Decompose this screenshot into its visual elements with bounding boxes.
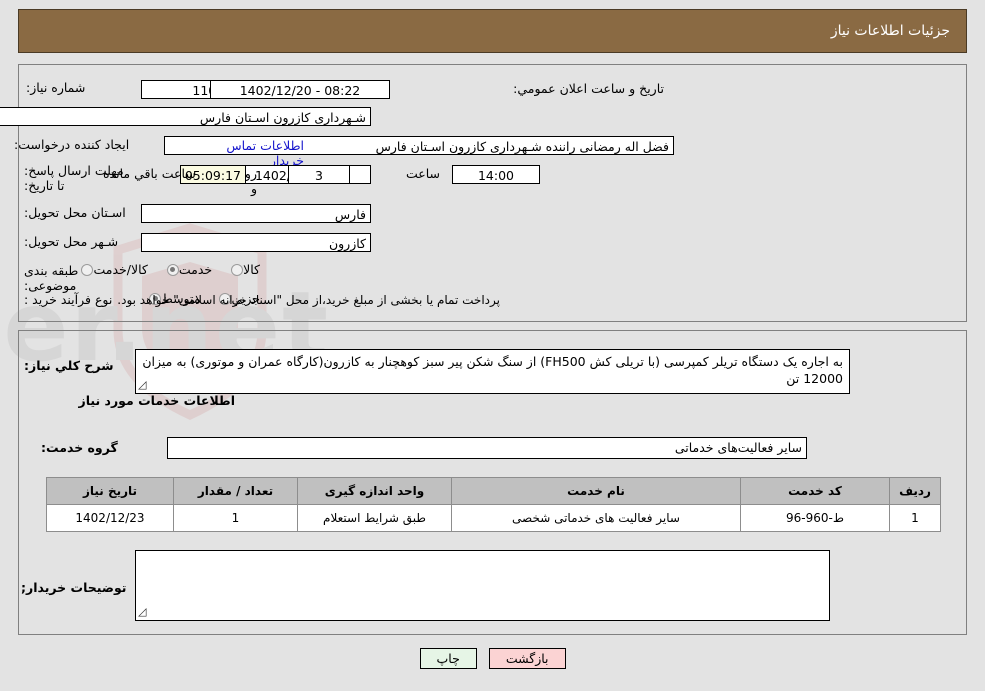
summary-textarea[interactable]: به اجاره یک دستگاه تریلر کمپرسی (با تریل… <box>135 349 850 394</box>
col-quantity: تعداد / مقدار <box>173 477 298 505</box>
resize-grip-icon[interactable]: ◺ <box>138 603 146 620</box>
summary-text: به اجاره یک دستگاه تریلر کمپرسی (با تریل… <box>142 354 843 386</box>
remaining-days-label: روز و <box>238 166 257 196</box>
col-date: تاریخ نیاز <box>46 477 174 505</box>
announcement-datetime-label: تاریخ و ساعت اعلان عمومي: <box>513 81 664 96</box>
buyer-contact-link[interactable]: اطلاعات تماس خریدار <box>215 138 309 168</box>
category-option-2-label: کالا/خدمت <box>93 262 148 277</box>
col-radif: ردیف <box>889 477 941 505</box>
category-radio-group[interactable]: کالا خدمت کالا/خدمت <box>67 262 265 277</box>
cell-date: 1402/12/23 <box>46 504 174 532</box>
cell-unit: طبق شرایط استعلام <box>297 504 452 532</box>
col-code: کد خدمت <box>740 477 890 505</box>
page-title: جزئیات اطلاعات نیاز <box>830 23 950 39</box>
delivery-city-label: شـهر محل تحویل: <box>24 234 119 249</box>
services-section-heading: اطلاعات خدمات مورد نیاز <box>78 393 236 408</box>
table-header-row: ردیف کد خدمت نام خدمت واحد اندازه گیری ت… <box>46 477 941 505</box>
buyer-org-value: شـهرداری کازرون اسـتان فارس <box>0 107 371 126</box>
buyer-notes-textarea[interactable]: ◺ <box>135 550 830 621</box>
cell-quantity: 1 <box>173 504 298 532</box>
col-name: نام خدمت <box>451 477 741 505</box>
print-button[interactable]: چاپ <box>419 648 477 669</box>
category-option-2-radio[interactable] <box>81 263 94 276</box>
services-table: ردیف کد خدمت نام خدمت واحد اندازه گیری ت… <box>46 477 941 532</box>
resize-grip-icon[interactable]: ◺ <box>138 376 146 393</box>
remaining-days-value: 3 <box>288 165 350 184</box>
delivery-city-value: کازرون <box>141 233 371 252</box>
need-info-panel <box>18 64 967 322</box>
footer-actions: بازگشت چاپ <box>0 648 985 669</box>
service-group-label: گروه خدمت: <box>41 440 118 455</box>
remaining-time-label: ساعت باقي مانده <box>103 166 196 181</box>
category-option-1-label: خدمت <box>178 262 213 277</box>
deadline-hour-value: 14:00 <box>452 165 540 184</box>
treasury-note: پرداخت تمام یا بخشی از مبلغ خرید،از محل … <box>117 293 500 307</box>
summary-label: شرح کلي نیاز: <box>24 358 114 373</box>
cell-code: ط-960-96 <box>740 504 890 532</box>
service-group-value: سایر فعالیت‌های خدماتی <box>167 437 807 459</box>
delivery-province-label: اسـتان محل تحویل: <box>24 205 126 220</box>
page-header: جزئیات اطلاعات نیاز <box>18 9 967 53</box>
need-number-label-row: شماره نیاز: <box>20 80 130 95</box>
cell-name: سایر فعالیت های خدماتی شخصی <box>451 504 741 532</box>
category-option-0[interactable]: کالا <box>231 262 265 277</box>
table-row: 1 ط-960-96 سایر فعالیت های خدماتی شخصی ط… <box>46 504 941 532</box>
category-option-1[interactable]: خدمت <box>166 262 217 277</box>
category-option-2[interactable]: کالا/خدمت <box>81 262 152 277</box>
requester-label: ایجاد کننده درخواست: <box>14 137 130 152</box>
deadline-hour-label: ساعت <box>405 166 440 181</box>
delivery-province-value: فارس <box>141 204 371 223</box>
announcement-datetime-value: 08:22 - 1402/12/20 <box>210 80 390 99</box>
col-unit: واحد اندازه گیری <box>297 477 452 505</box>
category-option-0-radio[interactable] <box>231 263 244 276</box>
back-button[interactable]: بازگشت <box>488 648 566 669</box>
category-option-1-radio[interactable] <box>166 263 179 276</box>
need-number-label: شماره نیاز: <box>26 80 86 95</box>
page-root: AriaTender.net جزئیات اطلاعات نیاز شماره… <box>0 0 985 691</box>
category-option-0-label: کالا <box>243 262 260 277</box>
buyer-notes-label: توضیحات خریدار; <box>21 580 127 595</box>
cell-radif: 1 <box>889 504 941 532</box>
